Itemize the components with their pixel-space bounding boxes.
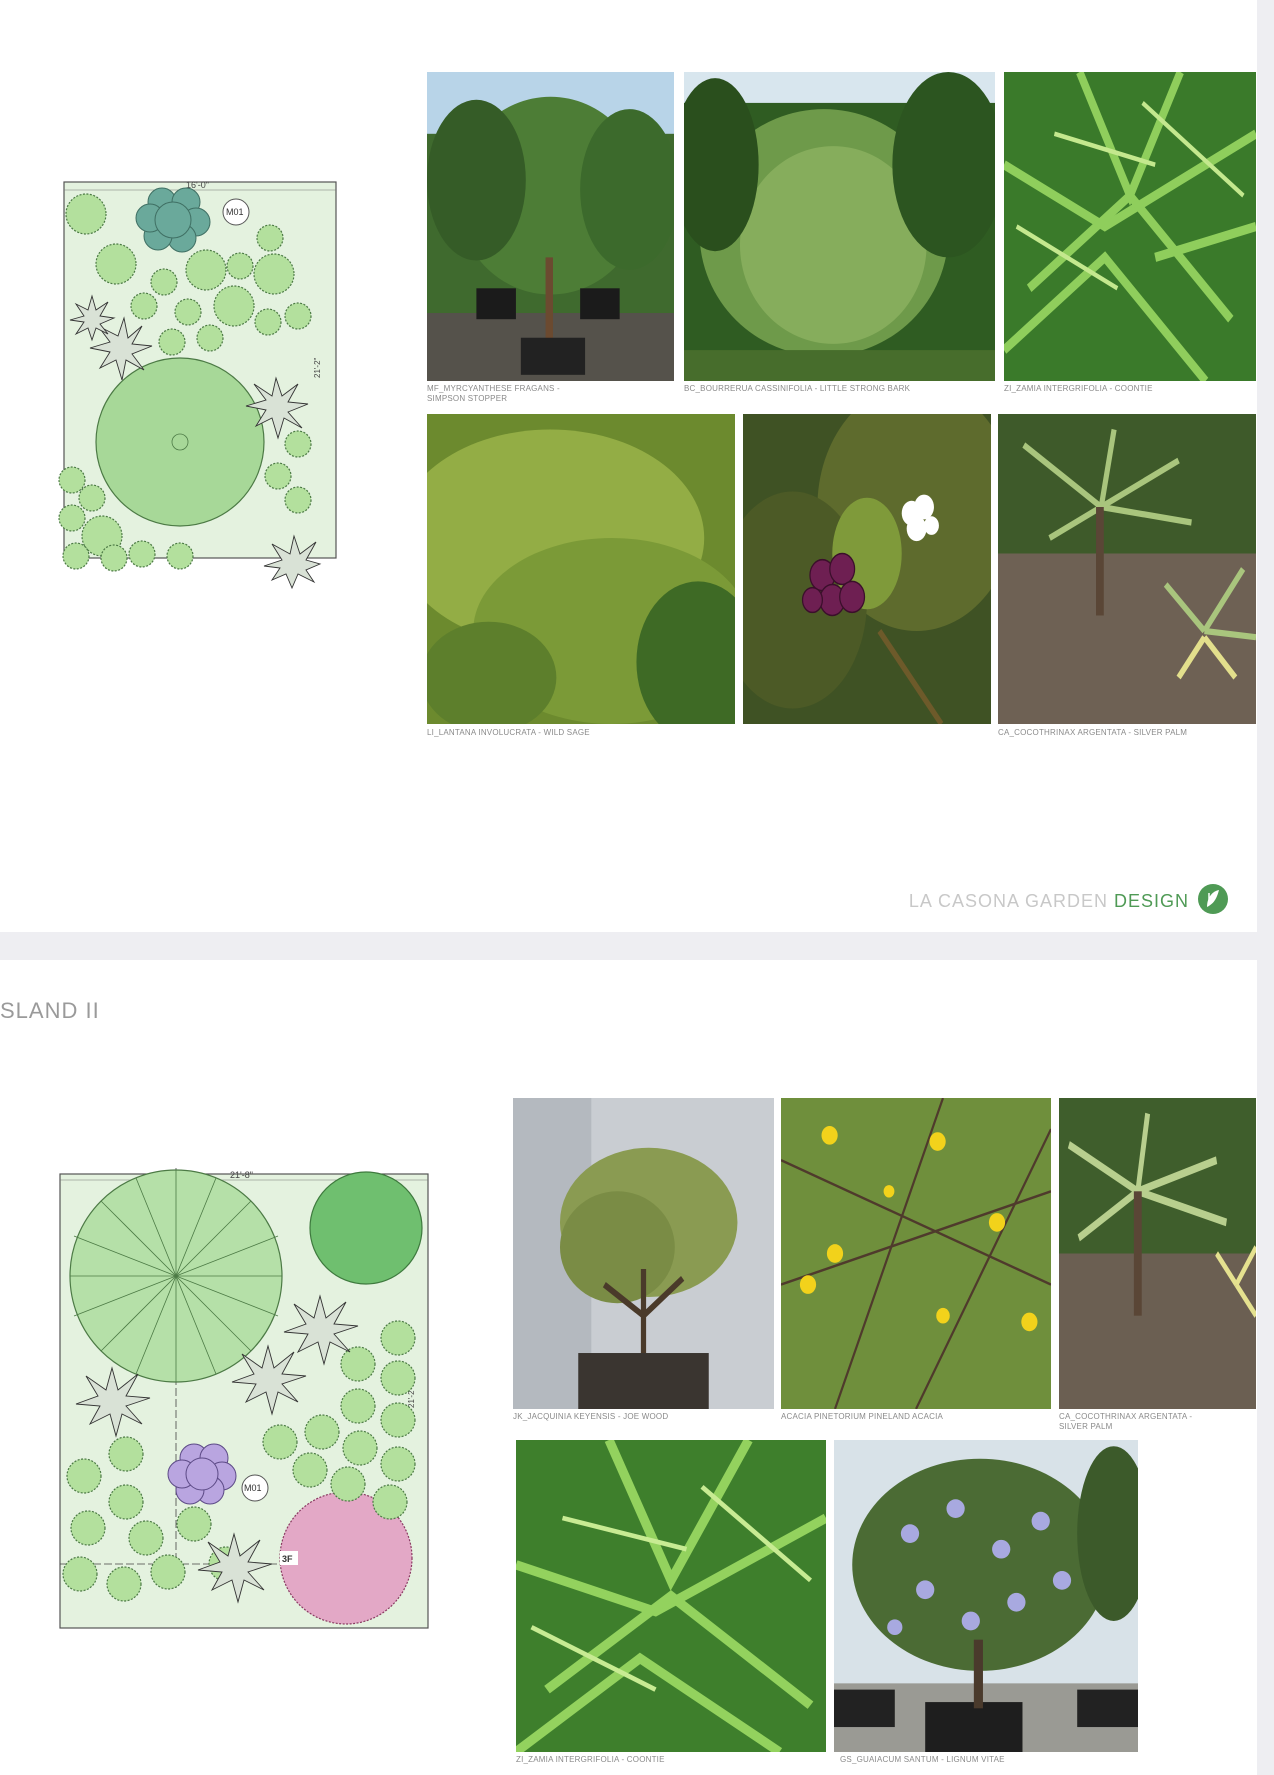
brand-text: LA CASONA GARDEN DESIGN [909, 891, 1189, 912]
planting-plan-2-drawing: 21'-8" 21'-2" 3F M01 [59, 1168, 429, 1629]
photo-coontie-1-image [1004, 72, 1256, 381]
photo-silver-palm-1-image [998, 414, 1256, 724]
page-1: 16'-0" 21'-2" M01 MF_MYRCYANTHESE FRAGAN… [0, 0, 1257, 932]
caption-joe-wood: JK_JACQUINIA KEYENSIS - JOE WOOD [513, 1412, 669, 1421]
caption-wild-sage: LI_LANTANA INVOLUCRATA - WILD SAGE [427, 728, 590, 737]
plan-1-dimension-side: 21'-2" [313, 357, 322, 378]
brand-accent: DESIGN [1113, 891, 1189, 911]
photo-purple-berries [743, 414, 991, 724]
planting-plan-1-drawing: 16'-0" 21'-2" M01 [58, 180, 337, 590]
caption-little-strong-bark: BC_BOURRERUA CASSINIFOLIA - LITTLE STRON… [684, 384, 911, 393]
photo-joe-wood-image [513, 1098, 774, 1409]
caption-silver-palm-2: CA_COCOTHRINAX ARGENTATA - SILVER PALM [1059, 1412, 1193, 1431]
brand-prefix: LA CASONA GARDEN [908, 891, 1114, 911]
photo-purple-berries-image [743, 414, 991, 724]
photo-pineland-acacia-image [781, 1098, 1051, 1409]
caption-coontie-2: ZI_ZAMIA INTERGRIFOLIA - COONTIE [516, 1755, 665, 1764]
brand-footer: LA CASONA GARDEN DESIGN [909, 883, 1229, 920]
photo-joe-wood [513, 1098, 774, 1409]
photo-little-strong-bark [684, 72, 995, 381]
photo-simpson-stopper [427, 72, 674, 381]
photo-simpson-stopper-image [427, 72, 674, 381]
caption-coontie-1: ZI_ZAMIA INTERGRIFOLIA - COONTIE [1004, 384, 1153, 393]
plan-2-tag: 3F [282, 1554, 293, 1564]
photo-coontie-1 [1004, 72, 1256, 381]
plan-2-marker: M01 [244, 1483, 262, 1493]
caption-simpson-stopper: MF_MYRCYANTHESE FRAGANS - SIMPSON STOPPE… [427, 384, 560, 403]
plan-2-dimension: 21'-8" [230, 1170, 253, 1180]
section-title: SLAND II [0, 998, 100, 1023]
photo-coontie-2-image [516, 1440, 826, 1752]
photo-pineland-acacia [781, 1098, 1051, 1409]
photo-wild-sage [427, 414, 735, 724]
photo-lignum-vitae [834, 1440, 1138, 1752]
photo-silver-palm-1 [998, 414, 1256, 724]
photo-lignum-vitae-image [834, 1440, 1138, 1752]
photo-silver-palm-2 [1059, 1098, 1256, 1409]
planting-plan-1: 16'-0" 21'-2" M01 [58, 178, 348, 590]
leaf-logo-icon [1197, 883, 1229, 920]
photo-coontie-2 [516, 1440, 826, 1752]
caption-silver-palm-1: CA_COCOTHRINAX ARGENTATA - SILVER PALM [998, 728, 1188, 737]
photo-wild-sage-image [427, 414, 735, 724]
page-2: SLAND II 21'-8" 21'-2" 3F M01 JK_JACQUIN… [0, 960, 1257, 1775]
planting-plan-2: 21'-8" 21'-2" 3F M01 [44, 1168, 436, 1630]
photo-silver-palm-2-image [1059, 1098, 1256, 1409]
plan-1-marker: M01 [226, 207, 244, 217]
photo-little-strong-bark-image [684, 72, 995, 381]
caption-lignum-vitae: GS_GUAIACUM SANTUM - LIGNUM VITAE [840, 1755, 1005, 1764]
caption-pineland-acacia: ACACIA PINETORIUM PINELAND ACACIA [781, 1412, 944, 1421]
